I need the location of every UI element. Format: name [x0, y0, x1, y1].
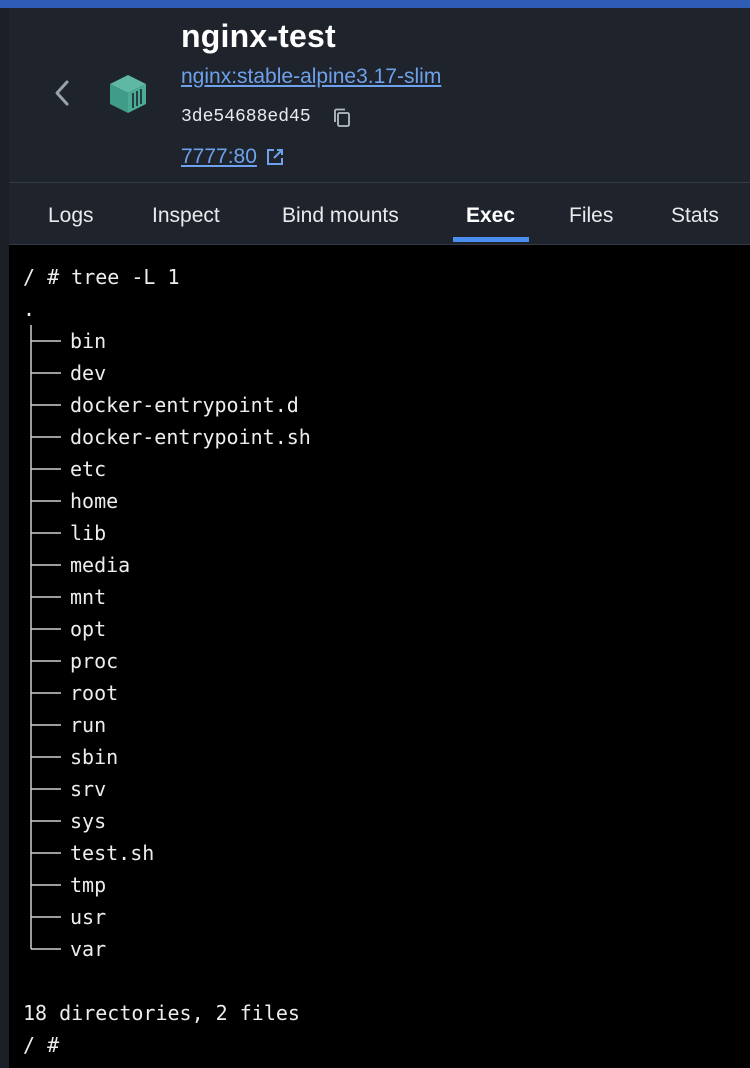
- tree-branch: [30, 453, 61, 485]
- tree-entry-name: run: [70, 713, 107, 737]
- tree-branch: [30, 677, 61, 709]
- tree-branch: [30, 421, 61, 453]
- tree-branch: [30, 485, 61, 517]
- port-link[interactable]: 7777:80: [181, 145, 285, 169]
- tab-files[interactable]: Files: [569, 183, 613, 244]
- tree-branch: [30, 837, 61, 869]
- tree-entry-name: dev: [70, 361, 107, 385]
- command-line: / # tree -L 1: [23, 265, 180, 289]
- tree-branch: [30, 581, 61, 613]
- container-header: nginx-test nginx:stable-alpine3.17-slim …: [9, 8, 750, 183]
- tree-entry-name: lib: [70, 521, 107, 545]
- chevron-left-icon: [55, 80, 69, 106]
- tree-branch: [30, 933, 61, 950]
- window-top-bar: [0, 0, 750, 8]
- tree-entry-name: media: [70, 553, 131, 577]
- tree-entry-name: mnt: [70, 585, 107, 609]
- shell-prompt: / #: [23, 1033, 60, 1057]
- tab-logs[interactable]: Logs: [48, 183, 94, 244]
- tree-entry-name: usr: [70, 905, 107, 929]
- tree-branch: [30, 549, 61, 581]
- tree-entry-name: proc: [70, 649, 119, 673]
- tree-branch: [30, 389, 61, 421]
- external-link-icon: [266, 149, 283, 165]
- tree-summary: 18 directories, 2 files: [23, 1001, 300, 1025]
- exec-terminal[interactable]: / # tree -L 1 . bin dev docker-entrypoint.…: [9, 245, 750, 1068]
- tree-entry-name: var: [70, 937, 107, 961]
- tree-entry-name: docker-entrypoint.d: [70, 393, 299, 417]
- tree-branch: [30, 645, 61, 677]
- port-label: 7777:80: [181, 145, 257, 168]
- image-link[interactable]: nginx:stable-alpine3.17-slim: [181, 65, 441, 89]
- tree-entry-name: srv: [70, 777, 107, 801]
- tree-branch: [30, 901, 61, 933]
- copy-icon[interactable]: [331, 107, 353, 129]
- tree-branch: [30, 773, 61, 805]
- tab-bar: Logs Inspect Bind mounts Exec Files Stat…: [9, 183, 750, 245]
- tree-branch: [30, 325, 61, 357]
- container-id: 3de54688ed45: [181, 107, 311, 127]
- tree-entry-name: home: [70, 489, 119, 513]
- tree-branch: [30, 517, 61, 549]
- container-icon: [110, 75, 146, 113]
- tree-entry-name: root: [70, 681, 119, 705]
- tree-entry-name: opt: [70, 617, 107, 641]
- tab-stats[interactable]: Stats: [671, 183, 719, 244]
- back-button[interactable]: [47, 78, 77, 108]
- tree-branch: [30, 869, 61, 901]
- tab-inspect[interactable]: Inspect: [152, 183, 220, 244]
- container-title: nginx-test: [181, 18, 336, 54]
- tree-entry-name: docker-entrypoint.sh: [70, 425, 311, 449]
- active-tab-indicator: [453, 237, 529, 242]
- tree-branch: [30, 613, 61, 645]
- tree-branch: [30, 805, 61, 837]
- tab-exec[interactable]: Exec: [466, 183, 515, 244]
- tree-branch: [30, 709, 61, 741]
- tree-branch: [30, 741, 61, 773]
- tree-branch: [30, 357, 61, 389]
- tab-bind-mounts[interactable]: Bind mounts: [282, 183, 399, 244]
- tree-root: .: [23, 297, 36, 321]
- tree-entry-name: sys: [70, 809, 107, 833]
- tree-entry-name: bin: [70, 329, 107, 353]
- tree-entry-name: sbin: [70, 745, 119, 769]
- tree-entry-name: tmp: [70, 873, 107, 897]
- tree-entry-name: test.sh: [70, 841, 155, 865]
- left-edge: [0, 8, 9, 1068]
- tree-entry-name: etc: [70, 457, 107, 481]
